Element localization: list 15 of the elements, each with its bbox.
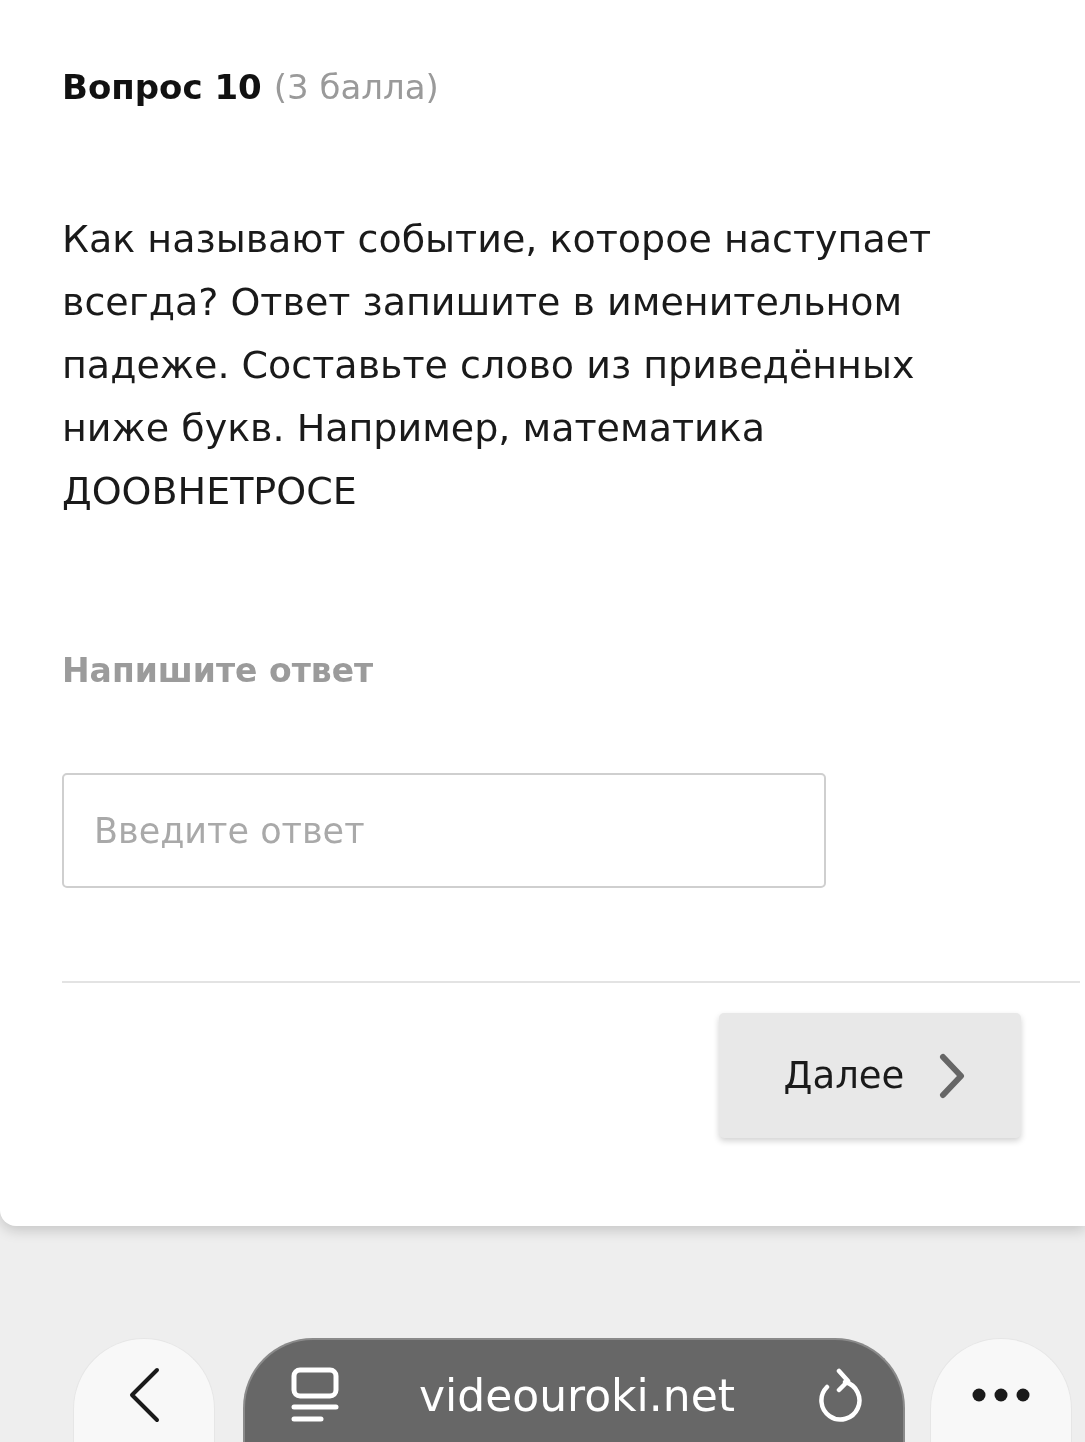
question-text: Как называют событие, которое наступает всегда? Ответ запишите в именительном падеже. Составьте слово из приведённых ниже букв. Например, математика [62,216,933,452]
answer-field[interactable]: Введите ответ [62,773,826,888]
question-points: (3 балла) [273,66,439,109]
more-icon [972,1387,1030,1402]
next-button[interactable]: Далее [719,1013,1021,1138]
back-icon [127,1366,161,1423]
letters-text: ДООВНЕТРОСЕ [62,468,358,515]
question-title: Вопрос 10 [62,66,262,109]
url-text: videouroki.net [418,1369,736,1421]
answer-label: Напишите ответ [62,650,375,692]
chevron-right-icon [938,1052,967,1099]
address-bar[interactable]: videouroki.net [243,1338,905,1442]
more-button[interactable] [930,1338,1072,1442]
reader-icon [291,1367,339,1423]
back-button[interactable] [73,1338,215,1442]
